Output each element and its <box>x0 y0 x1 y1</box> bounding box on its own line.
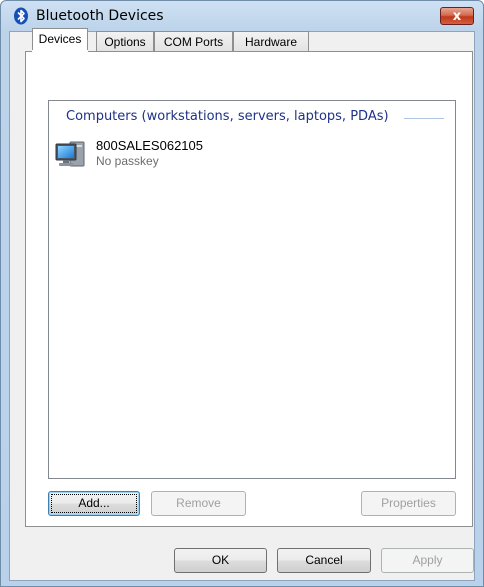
group-divider <box>404 118 444 119</box>
device-status: No passkey <box>96 154 159 168</box>
properties-button[interactable]: Properties <box>361 491 456 516</box>
close-button[interactable]: x <box>440 7 474 25</box>
tab-options[interactable]: Options <box>96 31 154 51</box>
active-tab-join <box>32 50 88 53</box>
properties-button-label: Properties <box>381 496 436 510</box>
remove-button[interactable]: Remove <box>151 491 246 516</box>
bluetooth-icon <box>14 7 28 25</box>
close-icon: x <box>452 8 462 24</box>
computer-icon <box>55 141 85 167</box>
apply-button-label: Apply <box>412 553 443 567</box>
ok-button[interactable]: OK <box>174 548 267 573</box>
tab-com-ports[interactable]: COM Ports <box>154 31 233 51</box>
title-bar[interactable]: Bluetooth Devices x <box>1 1 483 31</box>
cancel-button-label: Cancel <box>305 553 343 567</box>
tab-devices[interactable]: Devices <box>32 28 88 52</box>
tab-label: Devices <box>38 32 82 46</box>
tab-label: Hardware <box>244 35 298 49</box>
device-name: 800SALES062105 <box>96 138 203 153</box>
group-header: Computers (workstations, servers, laptop… <box>66 109 389 124</box>
add-button-label: Add... <box>78 496 110 510</box>
dialog-window: Bluetooth Devices x Devices Options COM … <box>0 0 484 587</box>
cancel-button[interactable]: Cancel <box>277 548 371 573</box>
ok-button-label: OK <box>211 553 230 567</box>
window-title: Bluetooth Devices <box>36 8 164 24</box>
remove-button-label: Remove <box>176 496 221 510</box>
tab-hardware[interactable]: Hardware <box>233 31 309 51</box>
list-item[interactable]: 800SALES062105 No passkey <box>54 136 274 176</box>
tab-label: COM Ports <box>163 35 224 49</box>
tab-label: Options <box>104 35 146 49</box>
device-list[interactable]: Computers (workstations, servers, laptop… <box>48 100 456 479</box>
add-button[interactable]: Add... <box>48 491 140 516</box>
apply-button[interactable]: Apply <box>381 548 474 573</box>
